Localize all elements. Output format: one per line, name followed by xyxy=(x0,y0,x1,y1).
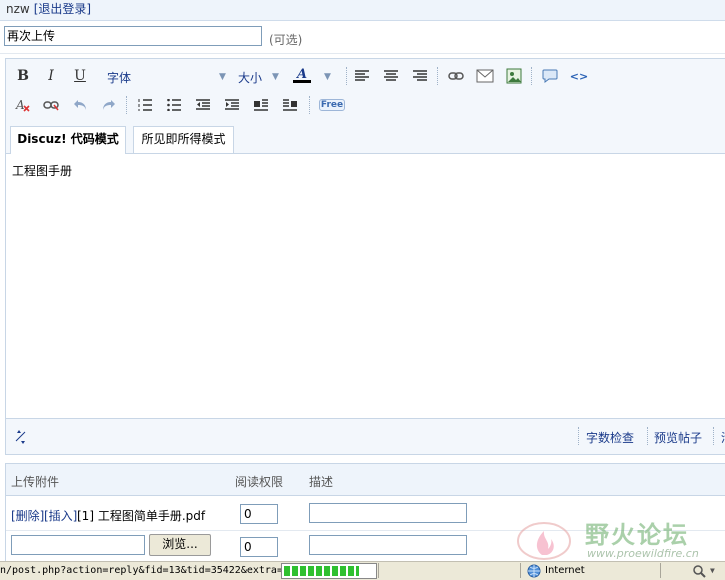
toolbar-separator xyxy=(346,67,348,85)
font-size-dropdown[interactable]: 大小 ▼ xyxy=(238,69,279,86)
indent-icon[interactable] xyxy=(221,94,243,116)
progress-fill xyxy=(284,566,359,576)
editor-text: 工程图手册 xyxy=(12,164,73,178)
subject-input[interactable]: 再次上传 xyxy=(4,26,262,46)
quote-icon[interactable] xyxy=(539,65,561,87)
free-tag-icon[interactable]: Free xyxy=(318,94,346,116)
chevron-down-icon: ▼ xyxy=(219,72,226,82)
font-size-label: 大小 xyxy=(238,71,263,85)
float-right-icon[interactable] xyxy=(279,94,301,116)
editor-content[interactable]: 工程图手册 xyxy=(6,154,725,417)
clear-button[interactable]: 清 xyxy=(721,429,725,446)
preview-button[interactable]: 预览帖子 xyxy=(654,429,702,446)
editor-toolbar: B I U 字体 ▼ 大小 ▼ A ▼ <> A Free xyxy=(6,59,725,122)
attachment-permission-input[interactable]: 0 xyxy=(240,504,278,524)
align-right-icon[interactable] xyxy=(409,65,431,87)
svg-text:A: A xyxy=(15,98,25,112)
page-load-progress xyxy=(281,563,377,579)
subject-optional-hint: (可选) xyxy=(269,33,303,47)
status-divider xyxy=(378,563,379,578)
tab-code-mode[interactable]: Discuz! 代码模式 xyxy=(10,126,126,154)
security-zone: Internet xyxy=(545,565,585,576)
attachment-filename: [1] 工程图简单手册.pdf xyxy=(77,509,206,523)
toolbar-separator xyxy=(437,67,439,85)
word-count-button[interactable]: 字数检查 xyxy=(586,429,634,446)
email-icon[interactable] xyxy=(474,65,496,87)
italic-icon[interactable]: I xyxy=(40,65,62,87)
bottom-separator xyxy=(647,427,648,445)
float-left-icon[interactable] xyxy=(250,94,272,116)
browse-button[interactable]: 浏览... xyxy=(149,534,211,556)
toolbar-separator xyxy=(309,96,311,114)
resize-icon[interactable] xyxy=(14,428,28,449)
code-icon[interactable]: <> xyxy=(568,65,590,87)
status-url: n/post.php?action=reply&fid=13&tid=35422… xyxy=(0,565,283,576)
editor: B I U 字体 ▼ 大小 ▼ A ▼ <> A Free Discuz! 代码… xyxy=(5,58,725,455)
status-divider xyxy=(660,563,661,578)
header-permission: 阅读权限 xyxy=(235,475,284,489)
bottom-separator xyxy=(713,427,714,445)
font-family-label: 字体 xyxy=(107,71,132,85)
chevron-down-icon: ▼ xyxy=(324,72,331,82)
globe-icon xyxy=(527,564,541,578)
toolbar-separator xyxy=(531,67,533,85)
remove-format-icon[interactable]: A xyxy=(12,94,34,116)
redo-icon[interactable] xyxy=(98,94,120,116)
header-upload: 上传附件 xyxy=(11,475,60,489)
attachments-table: 上传附件 阅读权限 描述 [删除] [插入] [1] 工程图简单手册.pdf 0… xyxy=(5,463,725,565)
undo-icon[interactable] xyxy=(69,94,91,116)
ordered-list-icon[interactable] xyxy=(134,94,156,116)
attachments-header: 上传附件 阅读权限 描述 xyxy=(6,464,725,496)
chevron-down-icon[interactable]: ▼ xyxy=(710,566,715,575)
zoom-icon[interactable] xyxy=(692,564,706,578)
link-icon[interactable] xyxy=(445,65,467,87)
user-bar: nzw [退出登录] xyxy=(0,0,725,21)
tab-wysiwyg-mode[interactable]: 所见即所得模式 xyxy=(133,126,234,153)
unlink-icon[interactable] xyxy=(40,94,62,116)
text-color-icon[interactable]: A xyxy=(291,64,313,86)
new-attachment-permission-input[interactable]: 0 xyxy=(240,537,278,557)
svg-text:A: A xyxy=(295,67,307,82)
align-left-icon[interactable] xyxy=(351,65,373,87)
username: nzw xyxy=(6,2,30,16)
outdent-icon[interactable] xyxy=(192,94,214,116)
new-attachment-row: 浏览... 0 xyxy=(6,531,725,565)
header-description: 描述 xyxy=(309,475,334,489)
file-path-input[interactable] xyxy=(11,535,145,555)
unordered-list-icon[interactable] xyxy=(163,94,185,116)
underline-icon[interactable]: U xyxy=(69,65,91,87)
logout-link[interactable]: [退出登录] xyxy=(34,2,91,16)
attachment-row: [删除] [插入] [1] 工程图简单手册.pdf 0 xyxy=(6,496,725,531)
editor-mode-tabs: Discuz! 代码模式 所见即所得模式 xyxy=(6,122,725,154)
toolbar-separator xyxy=(126,96,128,114)
browser-status-bar: n/post.php?action=reply&fid=13&tid=35422… xyxy=(0,561,725,580)
bottom-separator xyxy=(578,427,579,445)
align-center-icon[interactable] xyxy=(380,65,402,87)
bold-icon[interactable]: B xyxy=(12,65,34,87)
attachment-description-input[interactable] xyxy=(309,503,467,523)
image-icon[interactable] xyxy=(503,65,525,87)
subject-row: 再次上传 (可选) xyxy=(0,21,725,54)
editor-bottom-bar: 字数检查 预览帖子 清 xyxy=(6,418,725,454)
free-label: Free xyxy=(318,99,346,111)
delete-attachment-link[interactable]: [删除] xyxy=(11,507,44,524)
status-divider xyxy=(520,563,521,578)
font-family-dropdown[interactable]: 字体 ▼ xyxy=(107,69,226,86)
chevron-down-icon: ▼ xyxy=(272,72,279,82)
new-attachment-description-input[interactable] xyxy=(309,535,467,555)
user-info: nzw [退出登录] xyxy=(6,1,91,17)
insert-attachment-link[interactable]: [插入] xyxy=(44,507,77,524)
